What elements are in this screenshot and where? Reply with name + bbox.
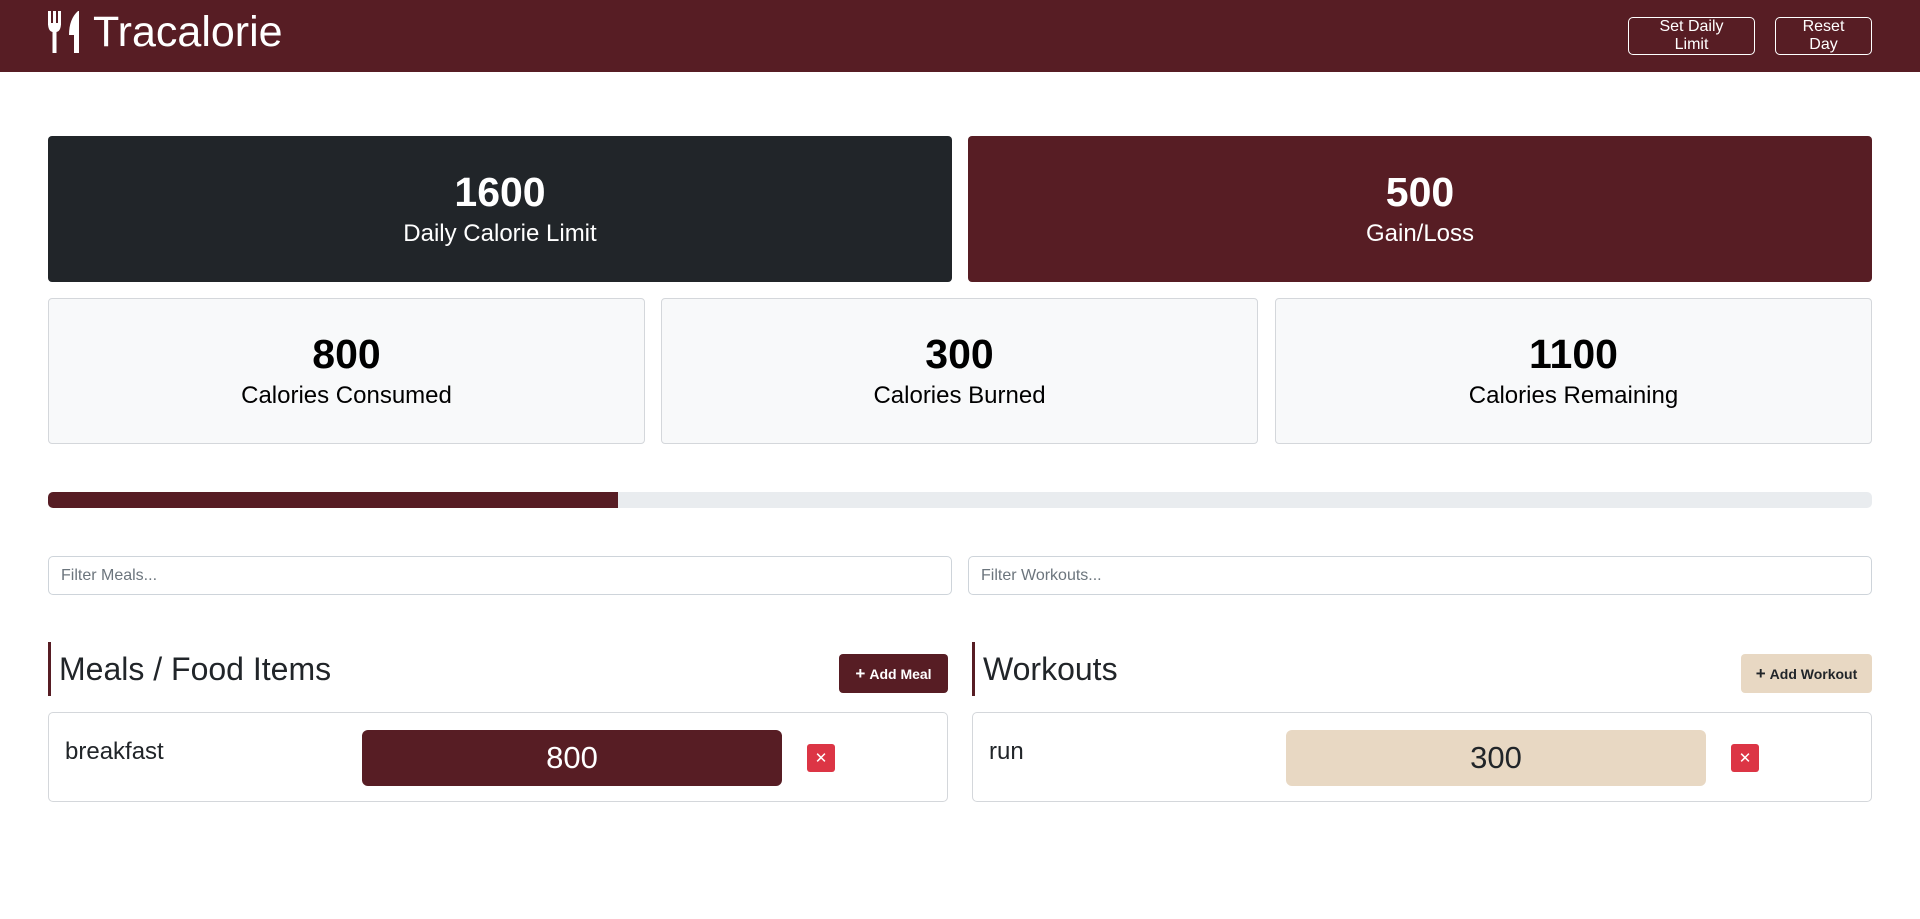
app-title: Tracalorie [93, 8, 283, 56]
filter-meals-input[interactable] [48, 556, 952, 595]
add-workout-button[interactable]: + Add Workout [1741, 654, 1872, 693]
calories-consumed-value: 800 [312, 331, 381, 377]
daily-limit-card: 1600 Daily Calorie Limit [48, 136, 952, 282]
close-icon: ✕ [1738, 750, 1752, 767]
calories-remaining-card: 1100 Calories Remaining [1275, 298, 1872, 444]
calories-burned-value: 300 [925, 331, 994, 377]
meal-item: breakfast 800 ✕ [48, 712, 948, 802]
gain-loss-value: 500 [1385, 169, 1455, 215]
add-meal-label: Add Meal [869, 665, 932, 682]
utensils-icon [48, 11, 79, 53]
daily-limit-label: Daily Calorie Limit [403, 220, 597, 247]
meal-item-calories: 800 [362, 730, 782, 786]
calorie-progress-fill [48, 492, 618, 508]
calories-burned-label: Calories Burned [873, 382, 1046, 409]
gain-loss-card: 500 Gain/Loss [968, 136, 1872, 282]
calories-remaining-value: 1100 [1529, 331, 1618, 377]
calories-consumed-label: Calories Consumed [241, 382, 452, 409]
meals-section-title: Meals / Food Items [48, 642, 331, 696]
navbar: Tracalorie Set Daily Limit Reset Day [0, 0, 1920, 72]
calories-consumed-card: 800 Calories Consumed [48, 298, 645, 444]
calories-burned-card: 300 Calories Burned [661, 298, 1258, 444]
calorie-progress-bar [48, 492, 1872, 508]
filter-workouts-input[interactable] [968, 556, 1872, 595]
meal-item-name: breakfast [65, 738, 164, 765]
plus-icon: + [855, 663, 866, 683]
workouts-section-title: Workouts [972, 642, 1118, 696]
calories-remaining-label: Calories Remaining [1468, 382, 1679, 409]
set-daily-limit-button[interactable]: Set Daily Limit [1628, 17, 1755, 55]
delete-meal-button[interactable]: ✕ [807, 744, 835, 772]
workout-item-calories: 300 [1286, 730, 1706, 786]
gain-loss-label: Gain/Loss [1365, 220, 1475, 247]
daily-limit-value: 1600 [454, 169, 546, 215]
close-icon: ✕ [814, 750, 828, 767]
add-meal-button[interactable]: + Add Meal [839, 654, 948, 693]
delete-workout-button[interactable]: ✕ [1731, 744, 1759, 772]
brand[interactable]: Tracalorie [47, 8, 283, 56]
add-workout-label: Add Workout [1769, 665, 1858, 682]
plus-icon: + [1755, 663, 1766, 683]
workout-item-name: run [989, 738, 1024, 765]
workout-item: run 300 ✕ [972, 712, 1872, 802]
reset-day-button[interactable]: Reset Day [1775, 17, 1872, 55]
